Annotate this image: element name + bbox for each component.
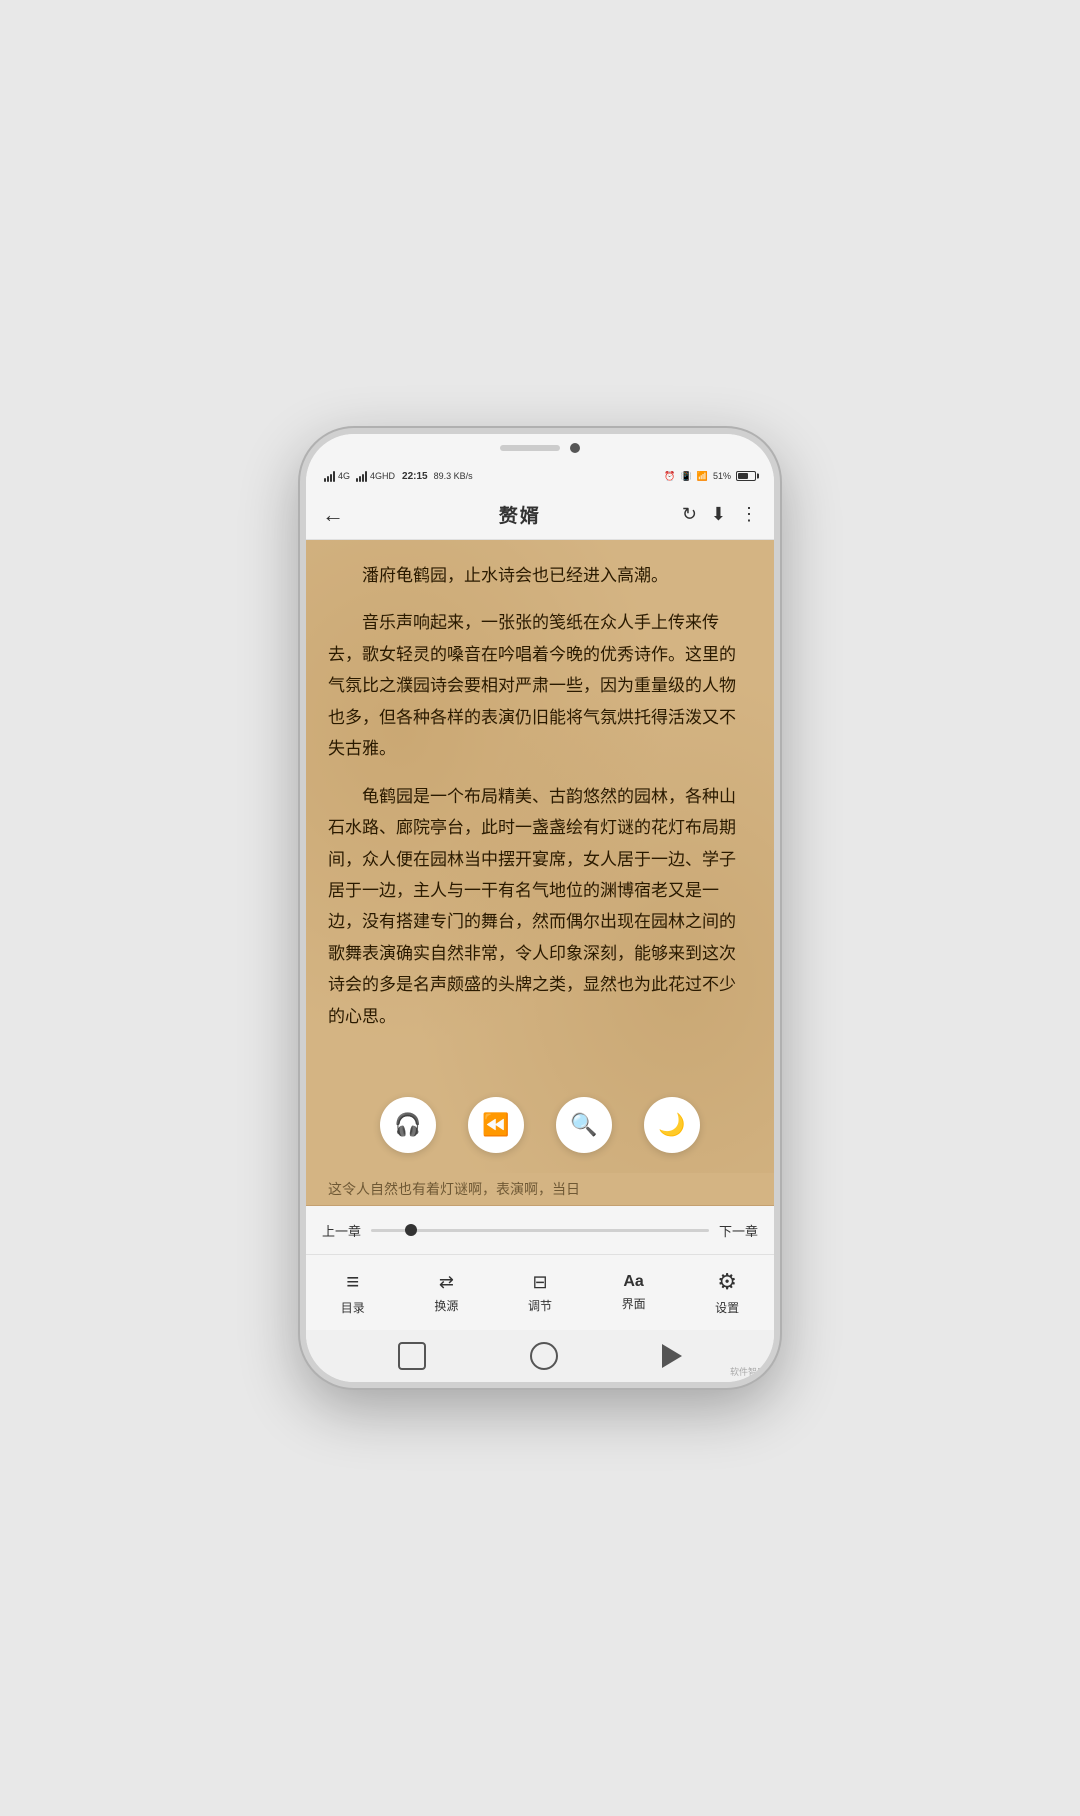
settings-label: 设置: [715, 1299, 739, 1316]
toc-icon: ≡: [346, 1269, 359, 1295]
faded-text: 这令人自然也有着灯谜啊，表演啊，当日: [328, 1183, 580, 1198]
source-label: 换源: [434, 1297, 458, 1314]
more-button[interactable]: ⋮: [740, 504, 758, 525]
watermark: 软件智库: [730, 1365, 766, 1378]
display-label: 界面: [622, 1295, 646, 1312]
home-circle-button[interactable]: [530, 1342, 558, 1370]
prev-chapter-button[interactable]: 上一章: [322, 1221, 361, 1240]
toc-label: 目录: [341, 1299, 365, 1316]
network-label: 4G: [338, 471, 350, 481]
headphone-icon: 🎧: [394, 1112, 421, 1138]
time-label: 22:15: [402, 471, 428, 482]
home-bar: [306, 1330, 774, 1382]
status-left: 4G 4GHD 22:15 89.3 KB/s: [324, 471, 473, 482]
top-nav: ← 赘婿 ↻ ⬇ ⋮: [306, 490, 774, 540]
progress-track[interactable]: [371, 1229, 709, 1232]
faded-text-strip: 这令人自然也有着灯谜啊，表演啊，当日: [306, 1173, 774, 1206]
battery-label: 51%: [713, 471, 731, 481]
headphone-button[interactable]: 🎧: [380, 1097, 436, 1153]
speed-label: 89.3 KB/s: [434, 471, 473, 481]
download-button[interactable]: ⬇: [711, 504, 726, 525]
paragraph-2: 音乐声响起来，一张张的笺纸在众人手上传来传去，歌女轻灵的嗓音在吟唱着今晚的优秀诗…: [328, 607, 752, 764]
progress-dot[interactable]: [405, 1224, 417, 1236]
phone-frame: 4G 4GHD 22:15 89.3 KB/s ⏰ 📳 📶 51% ← 赘婿: [300, 428, 780, 1388]
toolbar-source[interactable]: ⇄ 换源: [416, 1272, 476, 1314]
reading-controls: 🎧 ⏪ 🔍 🌙: [306, 1087, 774, 1163]
paragraph-3: 龟鹤园是一个布局精美、古韵悠然的园林，各种山石水路、廊院亭台，此时一盏盏绘有灯谜…: [328, 781, 752, 1033]
refresh-button[interactable]: ↻: [682, 504, 697, 525]
page-title: 赘婿: [358, 501, 682, 528]
signal-icon: [324, 471, 335, 482]
paragraph-1: 潘府龟鹤园，止水诗会也已经进入高潮。: [328, 560, 752, 591]
display-icon: Aa: [623, 1273, 643, 1291]
phone-notch: [306, 434, 774, 462]
toolbar-settings[interactable]: ⚙ 设置: [697, 1269, 757, 1316]
signal-icon2: [356, 471, 367, 482]
next-chapter-button[interactable]: 下一章: [719, 1221, 758, 1240]
toolbar-display[interactable]: Aa 界面: [604, 1273, 664, 1312]
home-square-button[interactable]: [398, 1342, 426, 1370]
phone-camera: [570, 443, 580, 453]
vibrate-icon: 📳: [681, 471, 692, 482]
reading-content: 潘府龟鹤园，止水诗会也已经进入高潮。 音乐声响起来，一张张的笺纸在众人手上传来传…: [328, 560, 752, 1032]
night-mode-button[interactable]: 🌙: [644, 1097, 700, 1153]
back-button[interactable]: ←: [322, 502, 358, 528]
alarm-icon: ⏰: [664, 471, 675, 482]
status-right: ⏰ 📳 📶 51%: [664, 471, 756, 482]
search-icon: 🔍: [570, 1112, 597, 1138]
battery-icon: [736, 471, 756, 481]
status-bar: 4G 4GHD 22:15 89.3 KB/s ⏰ 📳 📶 51%: [306, 462, 774, 490]
toolbar-adjust[interactable]: ⊟ 调节: [510, 1272, 570, 1314]
battery-fill: [738, 473, 748, 479]
network2-label: 4GHD: [370, 471, 395, 481]
moon-icon: 🌙: [658, 1112, 685, 1138]
search-button[interactable]: 🔍: [556, 1097, 612, 1153]
adjust-icon: ⊟: [532, 1272, 547, 1293]
bottom-toolbar: ≡ 目录 ⇄ 换源 ⊟ 调节 Aa 界面 ⚙ 设置: [306, 1254, 774, 1330]
progress-bar-area[interactable]: 上一章 下一章: [306, 1206, 774, 1254]
source-icon: ⇄: [439, 1272, 454, 1293]
adjust-label: 调节: [528, 1297, 552, 1314]
home-back-button[interactable]: [662, 1344, 682, 1368]
wifi-icon: 📶: [697, 471, 708, 482]
phone-speaker: [500, 445, 560, 451]
toolbar-toc[interactable]: ≡ 目录: [323, 1269, 383, 1316]
reading-area[interactable]: 潘府龟鹤园，止水诗会也已经进入高潮。 音乐声响起来，一张张的笺纸在众人手上传来传…: [306, 540, 774, 1173]
nav-actions: ↻ ⬇ ⋮: [682, 504, 758, 525]
rewind-icon: ⏪: [482, 1112, 509, 1138]
rewind-button[interactable]: ⏪: [468, 1097, 524, 1153]
settings-icon: ⚙: [717, 1269, 737, 1295]
